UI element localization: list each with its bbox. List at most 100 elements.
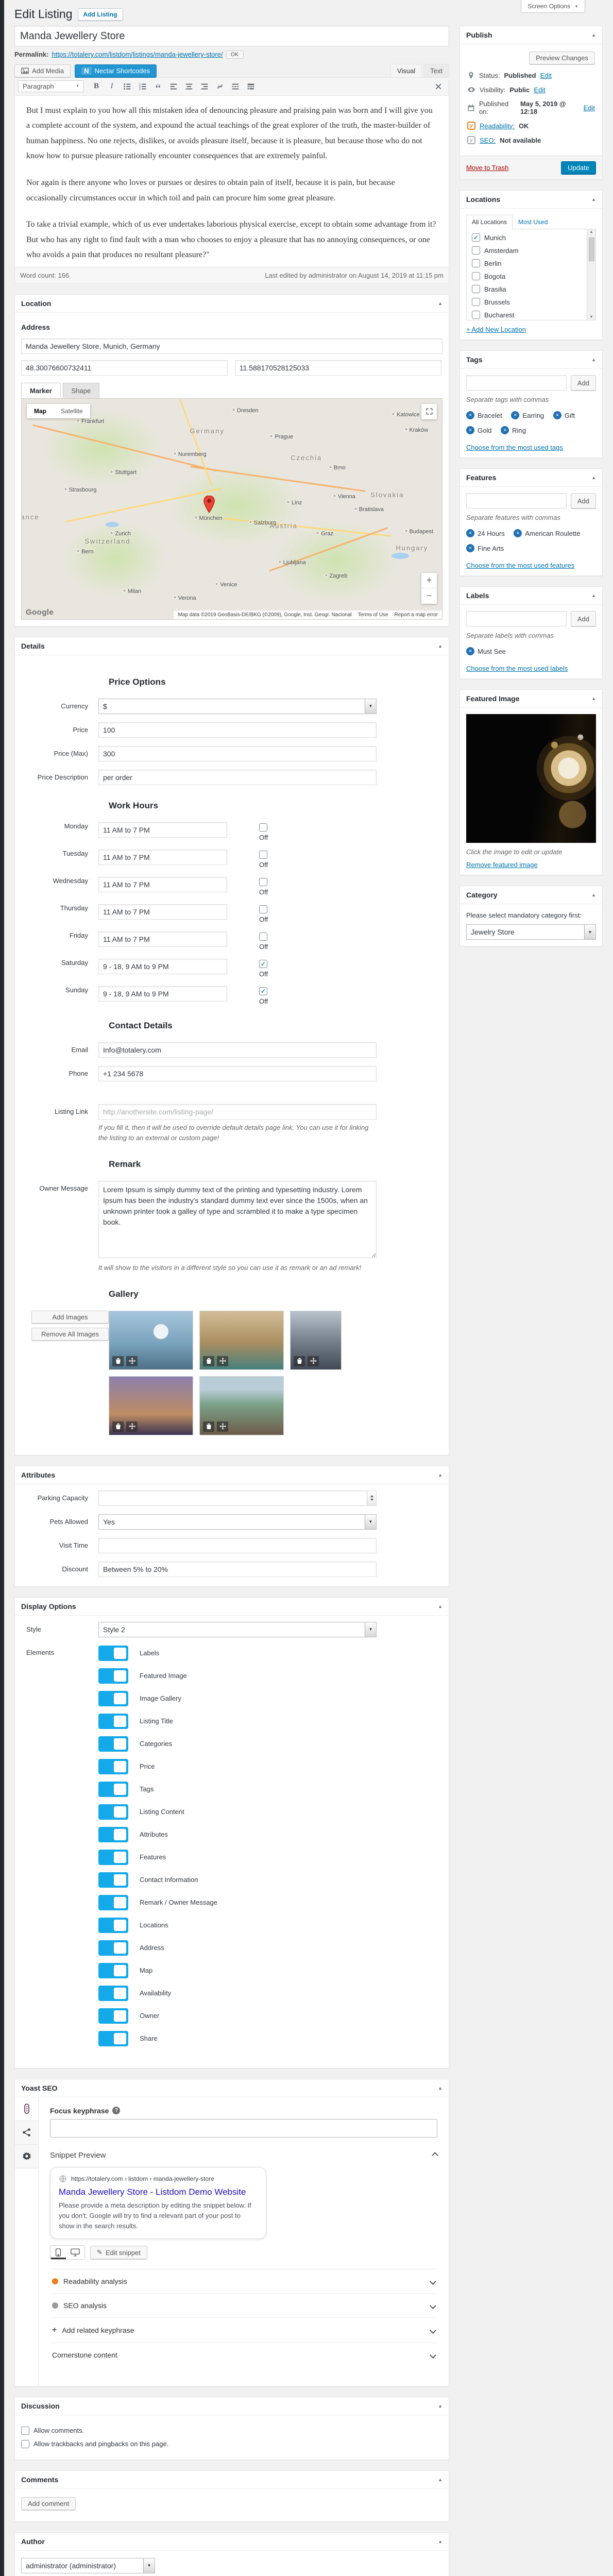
off-checkbox[interactable]	[259, 905, 267, 913]
toggle-features[interactable]	[98, 1849, 128, 1865]
work-hours-input[interactable]	[98, 931, 227, 947]
remove-tag-icon[interactable]	[553, 411, 561, 419]
toggle-address[interactable]	[98, 1940, 128, 1956]
collapse-icon[interactable]: ▲	[438, 2403, 442, 2409]
tab-shape[interactable]: Shape	[62, 382, 100, 398]
move-image-icon[interactable]	[217, 1421, 228, 1432]
editor-content-area[interactable]: But I must explain to you how all this m…	[15, 96, 449, 267]
readability-analysis-row[interactable]: Readability analysis	[50, 2269, 437, 2293]
collapse-icon[interactable]: ▲	[438, 2539, 442, 2544]
labels-input[interactable]	[466, 611, 567, 626]
collapse-icon[interactable]: ▲	[591, 593, 596, 598]
help-icon[interactable]: ?	[112, 2107, 121, 2115]
collapse-icon[interactable]: ▲	[591, 357, 596, 362]
toggle-price[interactable]	[98, 1758, 128, 1774]
location-checkbox[interactable]	[472, 285, 480, 293]
toggle-remark[interactable]	[98, 1894, 128, 1910]
gallery-image-trevi-fountain[interactable]	[199, 1310, 284, 1370]
tab-marker[interactable]: Marker	[21, 382, 61, 398]
move-image-icon[interactable]	[217, 1355, 228, 1366]
add-related-keyphrase-row[interactable]: + Add related keyphrase	[50, 2317, 437, 2343]
off-checkbox[interactable]	[259, 850, 267, 859]
latitude-input[interactable]	[21, 360, 228, 376]
edit-published-link[interactable]: Edit	[584, 104, 595, 112]
bullet-list-icon[interactable]	[120, 80, 134, 93]
discussion-box-header[interactable]: Discussion ▲	[15, 2397, 449, 2415]
details-box-header[interactable]: Details ▲	[15, 637, 449, 655]
numbered-list-icon[interactable]: 123	[135, 80, 150, 93]
seo-link[interactable]: SEO:	[480, 137, 496, 144]
display-options-box-header[interactable]: Display Options ▲	[15, 1598, 449, 1616]
add-new-location-link[interactable]: + Add New Location	[466, 326, 526, 333]
cornerstone-content-row[interactable]: Cornerstone content	[50, 2343, 437, 2367]
collapse-icon[interactable]: ▲	[438, 2477, 442, 2482]
permalink-url[interactable]: https://totalery.com/listdom/listings/ma…	[52, 50, 223, 58]
collapse-snippet-icon[interactable]	[432, 2152, 438, 2159]
work-hours-input[interactable]	[98, 849, 227, 865]
toggle-contact-information[interactable]	[98, 1872, 128, 1888]
delete-image-icon[interactable]	[203, 1421, 214, 1432]
toggle-categories[interactable]	[98, 1736, 128, 1752]
collapse-icon[interactable]: ▲	[438, 301, 442, 306]
owner-message-textarea[interactable]: Lorem Ipsum is simply dummy text of the …	[98, 1181, 377, 1259]
zoom-in-icon[interactable]	[421, 573, 437, 588]
collapse-icon[interactable]: ▲	[591, 197, 596, 202]
features-box-header[interactable]: Features ▲	[460, 469, 602, 487]
location-item[interactable]: Bogota	[472, 272, 583, 280]
toggle-map[interactable]	[98, 1962, 128, 1978]
location-item[interactable]: Amsterdam	[472, 246, 583, 255]
remove-label-icon[interactable]	[466, 647, 474, 655]
location-item[interactable]: Brussels	[472, 298, 583, 306]
toolbar-toggle-icon[interactable]	[244, 80, 258, 93]
listing-title-input[interactable]	[14, 25, 449, 46]
tags-input[interactable]	[466, 375, 567, 391]
gallery-image-gothic-cathedral[interactable]	[290, 1310, 342, 1370]
collapse-icon[interactable]: ▲	[591, 696, 596, 701]
author-box-header[interactable]: Author ▲	[15, 2533, 449, 2551]
nectar-shortcodes-button[interactable]: N Nectar Shortcodes	[75, 64, 157, 77]
focus-keyphrase-input[interactable]	[50, 2119, 437, 2138]
screen-options-tab[interactable]: Screen Options ▼	[521, 0, 585, 13]
scrollbar-thumb[interactable]	[588, 238, 594, 261]
map-type-satellite-button[interactable]: Satellite	[54, 403, 90, 418]
featured-image-box-header[interactable]: Featured Image ▲	[460, 690, 602, 708]
toggle-listing-title[interactable]	[98, 1713, 128, 1729]
collapse-icon[interactable]: ▲	[438, 2086, 442, 2091]
read-more-icon[interactable]	[228, 80, 243, 93]
remove-featured-image-link[interactable]: Remove featured image	[466, 861, 538, 869]
yoast-seo-tab[interactable]	[15, 2097, 38, 2121]
number-stepper[interactable]	[367, 1490, 376, 1505]
toggle-attributes[interactable]	[98, 1826, 128, 1842]
zoom-out-icon[interactable]	[421, 588, 437, 604]
location-checkbox[interactable]	[472, 246, 480, 255]
price-description-input[interactable]	[98, 769, 377, 785]
address-input[interactable]	[21, 338, 442, 354]
location-checkbox[interactable]	[472, 298, 480, 306]
remove-all-images-button[interactable]: Remove All Images	[31, 1327, 109, 1341]
edit-visibility-link[interactable]: Edit	[534, 86, 545, 94]
location-item[interactable]: Berlin	[472, 259, 583, 267]
permalink-edit-button[interactable]: OK	[226, 50, 244, 59]
most-used-labels-link[interactable]: Choose from the most used labels	[466, 665, 568, 672]
yoast-settings-tab[interactable]	[15, 2144, 38, 2168]
link-icon[interactable]	[213, 80, 227, 93]
toggle-listing-content[interactable]	[98, 1804, 128, 1820]
attributes-box-header[interactable]: Attributes ▲	[15, 1466, 449, 1484]
location-item[interactable]: Bucharest	[472, 311, 583, 319]
bold-icon[interactable]: B	[89, 80, 104, 93]
delete-image-icon[interactable]	[112, 1355, 124, 1366]
tab-text[interactable]: Text	[423, 63, 449, 77]
location-checkbox[interactable]	[472, 272, 480, 280]
yoast-box-header[interactable]: Yoast SEO ▲	[15, 2079, 449, 2097]
add-images-button[interactable]: Add Images	[31, 1310, 109, 1324]
pets-allowed-select[interactable]: Yes ▼	[98, 1514, 377, 1530]
location-item[interactable]: Munich	[472, 233, 583, 242]
off-checkbox[interactable]	[259, 959, 267, 968]
gallery-image-paris-bridge[interactable]	[109, 1376, 193, 1435]
author-select[interactable]: administrator (administrator) ▼	[21, 2557, 155, 2573]
remove-feature-icon[interactable]	[466, 544, 474, 552]
price-max-input[interactable]	[98, 745, 377, 761]
tab-most-used[interactable]: Most Used	[513, 215, 553, 229]
collapse-icon[interactable]: ▲	[438, 643, 442, 649]
distraction-free-icon[interactable]	[431, 80, 446, 93]
